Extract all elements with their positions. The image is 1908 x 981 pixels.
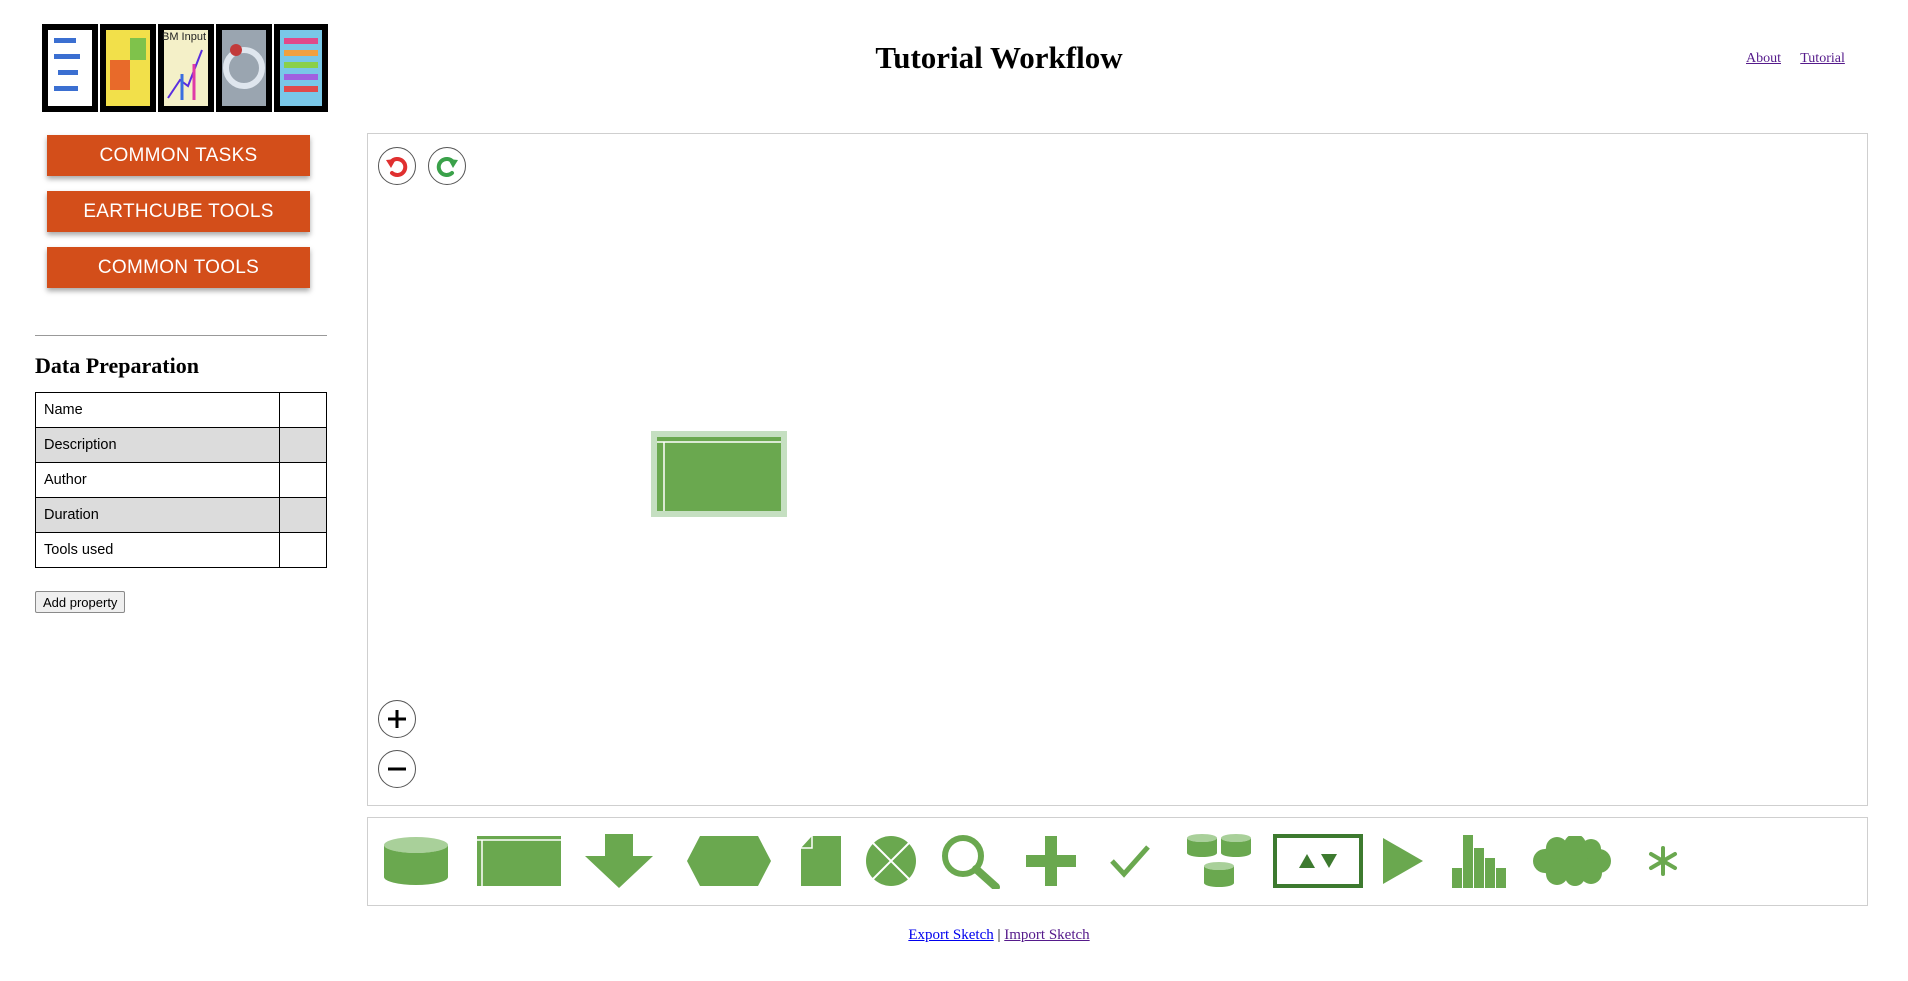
import-sketch-link[interactable]: Import Sketch (1004, 927, 1089, 943)
process-rectangle-icon[interactable] (476, 830, 562, 892)
shape-palette (367, 817, 1868, 906)
footer-links: Export Sketch | Import Sketch (90, 927, 1908, 944)
properties-table: Name Description Author Duration Tools u… (35, 392, 327, 568)
table-row: Name (35, 392, 327, 428)
process-node[interactable] (651, 431, 787, 517)
property-name: Description (35, 427, 280, 463)
hexagon-icon[interactable] (686, 830, 772, 892)
footer-separator: | (997, 927, 1001, 943)
tutorial-link[interactable]: Tutorial (1800, 51, 1845, 66)
property-value[interactable] (279, 427, 327, 463)
down-arrow-icon[interactable] (583, 830, 655, 892)
export-sketch-link[interactable]: Export Sketch (908, 927, 993, 943)
page-title: Tutorial Workflow (875, 40, 1123, 75)
check-icon[interactable] (1109, 830, 1151, 892)
about-link[interactable]: About (1746, 51, 1781, 66)
play-icon[interactable] (1381, 830, 1425, 892)
undo-button[interactable] (378, 147, 416, 185)
workflow-canvas[interactable] (367, 133, 1868, 806)
property-value[interactable] (279, 532, 327, 568)
properties-title: Data Preparation (35, 353, 199, 378)
asterisk-icon[interactable] (1643, 830, 1683, 892)
plus-icon (388, 710, 406, 728)
sidebar-divider (35, 335, 327, 336)
property-value[interactable] (279, 497, 327, 533)
property-name: Author (35, 462, 280, 498)
common-tools-button[interactable]: COMMON TOOLS (47, 247, 310, 288)
property-name: Tools used (35, 532, 280, 568)
table-row: Tools used (35, 532, 327, 568)
top-links: About Tutorial (1746, 51, 1861, 67)
earthcube-tools-button[interactable]: EARTHCUBE TOOLS (47, 191, 310, 232)
multiple-databases-icon[interactable] (1186, 830, 1252, 892)
search-icon[interactable] (940, 830, 1000, 892)
property-name: Name (35, 392, 280, 428)
zoom-out-button[interactable] (378, 750, 416, 788)
table-row: Duration (35, 497, 327, 533)
zoom-in-button[interactable] (378, 700, 416, 738)
cloud-icon[interactable] (1531, 830, 1613, 892)
database-icon[interactable] (382, 830, 450, 892)
document-icon[interactable] (800, 830, 842, 892)
or-gate-icon[interactable] (865, 830, 917, 892)
bar-chart-icon[interactable] (1451, 830, 1507, 892)
property-value[interactable] (279, 392, 327, 428)
minus-icon (388, 767, 406, 771)
table-row: Author (35, 462, 327, 498)
plus-shape-icon[interactable] (1025, 830, 1077, 892)
common-tasks-button[interactable]: COMMON TASKS (47, 135, 310, 176)
property-value[interactable] (279, 462, 327, 498)
add-property-button[interactable]: Add property (35, 591, 126, 613)
undo-icon (386, 156, 408, 177)
selector-box-icon[interactable] (1273, 830, 1363, 892)
table-row: Description (35, 427, 327, 463)
process-node-shape (657, 437, 781, 511)
redo-button[interactable] (428, 147, 466, 185)
redo-icon (436, 156, 458, 177)
property-name: Duration (35, 497, 280, 533)
